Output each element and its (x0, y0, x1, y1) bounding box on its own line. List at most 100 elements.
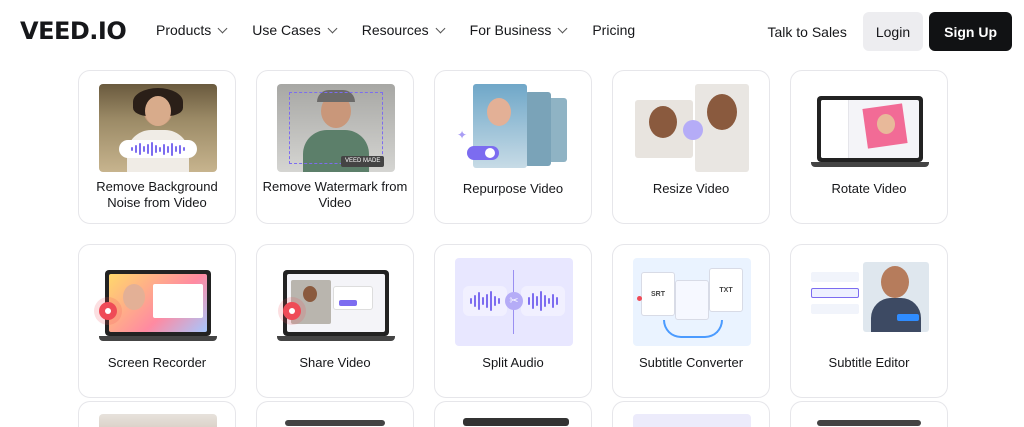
txt-file-icon: TXT (709, 268, 743, 312)
nav-menu: Products Use Cases Resources For Busines… (156, 22, 661, 38)
talk-to-sales-link[interactable]: Talk to Sales (767, 24, 846, 40)
person-face (487, 98, 511, 126)
tool-card-subtitle-converter[interactable]: SRT TXT Subtitle Converter (612, 244, 770, 398)
share-button-mini (339, 300, 357, 306)
tool-label: Remove Background Noise from Video (96, 179, 218, 210)
tool-card-partial[interactable] (612, 401, 770, 427)
tool-label: Resize Video (652, 181, 730, 196)
tool-card-remove-watermark[interactable]: VEED MADE Remove Watermark from Video (256, 70, 414, 224)
tool-card-partial[interactable] (78, 401, 236, 427)
tool-card-partial[interactable] (256, 401, 414, 427)
share-dialog (333, 286, 373, 310)
tool-card-subtitle-editor[interactable]: Subtitle Editor (790, 244, 948, 398)
nav-products[interactable]: Products (156, 22, 228, 38)
signup-button[interactable]: Sign Up (929, 12, 1012, 51)
chevron-down-icon (217, 23, 228, 33)
tool-card-partial[interactable] (434, 401, 592, 427)
srt-file-icon: SRT (641, 272, 675, 316)
red-dot (637, 296, 642, 301)
tool-card-screen-recorder[interactable]: Screen Recorder (78, 244, 236, 398)
chevron-down-icon (557, 23, 568, 33)
thumbnail: ✂ (455, 258, 573, 346)
thumbnail (633, 84, 751, 172)
laptop-icon (283, 270, 389, 336)
thumbnail: ✦ (455, 84, 573, 172)
share-icon (283, 302, 301, 320)
audio-wave-right-icon (521, 286, 565, 316)
tool-label: Split Audio (482, 355, 544, 370)
laptop-base (99, 336, 217, 341)
thumbnail: VEED MADE (277, 84, 395, 172)
caption-highlight (897, 314, 919, 321)
nav-products-label: Products (156, 22, 212, 38)
tool-card-share-video[interactable]: Share Video (256, 244, 414, 398)
sparkle-icon: ✦ (457, 128, 468, 142)
thumbnail (99, 258, 217, 346)
thumbnail (811, 84, 929, 172)
thumbnail (99, 84, 217, 172)
nav-use-cases[interactable]: Use Cases (252, 22, 338, 38)
nav-resources[interactable]: Resources (361, 22, 446, 38)
laptop-icon (105, 270, 211, 336)
thumbnail (633, 414, 751, 427)
editor-sidebar (821, 100, 849, 158)
record-icon (99, 302, 117, 320)
scissors-icon: ✂ (505, 292, 523, 310)
subtitle-line (811, 272, 859, 282)
share-screen (287, 274, 385, 332)
recording-screen (109, 274, 207, 332)
screen-window (153, 284, 203, 318)
person-face (303, 286, 317, 302)
tool-label: Subtitle Converter (638, 355, 744, 370)
person-face (881, 266, 909, 298)
video-frame-medium (525, 92, 551, 166)
nav-actions: Talk to Sales Login Sign Up (767, 12, 1012, 51)
laptop-icon (817, 420, 921, 426)
nav-for-business[interactable]: For Business (469, 22, 568, 38)
person-face (649, 106, 677, 138)
tool-label: Repurpose Video (462, 181, 564, 196)
editor-screen (821, 100, 919, 158)
login-button[interactable]: Login (862, 12, 924, 51)
laptop-base (811, 162, 929, 167)
nav-pricing-label: Pricing (592, 22, 636, 38)
laptop-icon (285, 420, 385, 426)
nav-resources-label: Resources (361, 22, 429, 38)
nav-for-business-label: For Business (469, 22, 552, 38)
tool-label: Rotate Video (831, 181, 907, 196)
chevron-down-icon (327, 23, 338, 33)
file-icon (675, 280, 709, 320)
thumbnail (99, 414, 217, 427)
watermark-badge: VEED MADE (341, 156, 385, 167)
laptop-base (277, 336, 395, 341)
nav-use-cases-label: Use Cases (252, 22, 321, 38)
resize-handle-icon (683, 120, 703, 140)
audio-wave-left-icon (463, 286, 507, 316)
tool-label: Remove Watermark from Video (262, 179, 408, 210)
person-face (123, 284, 145, 310)
toggle-knob (485, 148, 495, 158)
person-face (707, 94, 737, 130)
tool-card-resize-video[interactable]: Resize Video (612, 70, 770, 224)
laptop-icon (817, 96, 923, 162)
tool-card-repurpose-video[interactable]: ✦ Repurpose Video (434, 70, 592, 224)
top-nav: VEED.IO Products Use Cases Resources For… (0, 0, 1024, 62)
tool-card-split-audio[interactable]: ✂ Split Audio (434, 244, 592, 398)
nav-pricing[interactable]: Pricing (592, 22, 635, 38)
person-face (145, 96, 171, 126)
subtitle-line (811, 304, 859, 314)
thumbnail (811, 258, 929, 346)
tool-card-partial[interactable] (790, 401, 948, 427)
laptop-icon (463, 418, 569, 426)
convert-arrow-icon (663, 320, 723, 338)
chevron-down-icon (435, 23, 446, 33)
tool-label: Subtitle Editor (828, 355, 910, 370)
tool-card-remove-background-noise[interactable]: Remove Background Noise from Video (78, 70, 236, 224)
audio-wave-icon (119, 140, 197, 158)
tool-card-rotate-video[interactable]: Rotate Video (790, 70, 948, 224)
subtitle-line-selected (811, 288, 859, 298)
thumbnail: SRT TXT (633, 258, 751, 346)
tool-label: Screen Recorder (107, 355, 207, 370)
veed-logo[interactable]: VEED.IO (20, 17, 127, 45)
tool-label: Share Video (299, 355, 371, 370)
